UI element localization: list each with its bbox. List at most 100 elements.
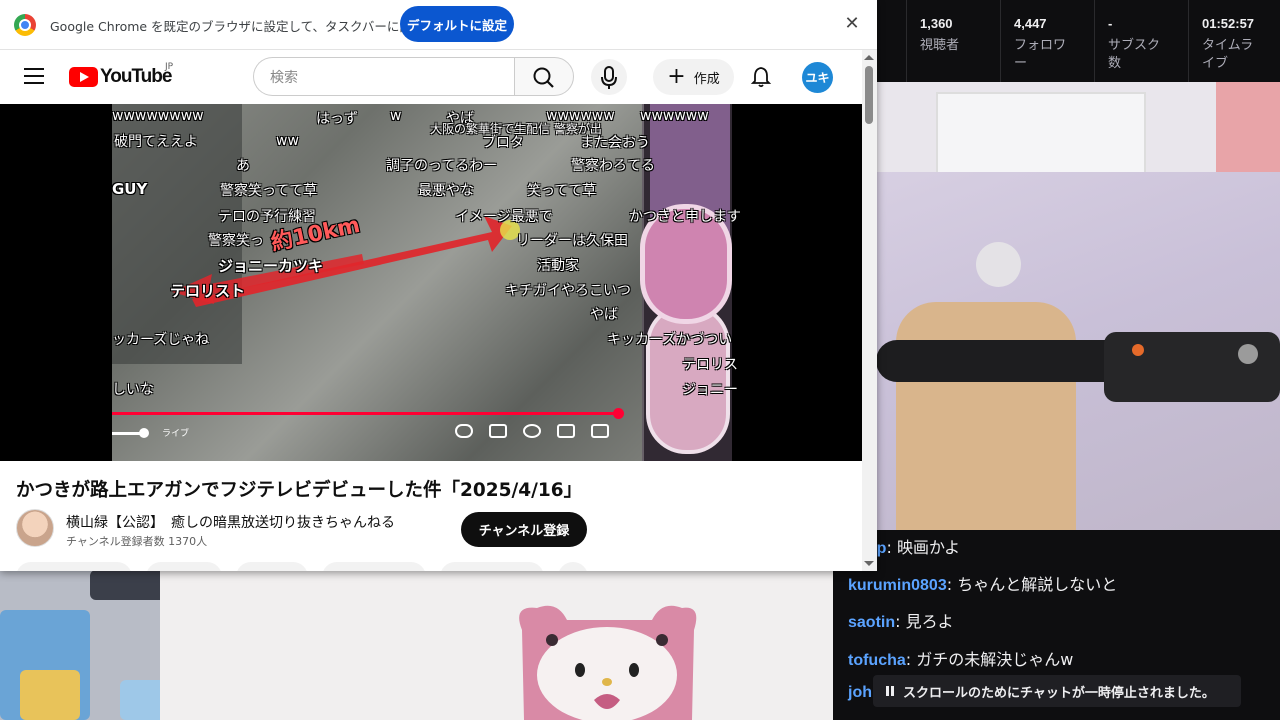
chat-username[interactable]: kurumin0803 — [848, 577, 947, 594]
danmaku-comment: wwwwwwww — [112, 108, 204, 124]
live-label: ライブ — [162, 429, 190, 439]
notifications-bell-icon[interactable] — [749, 65, 773, 89]
bookshelf — [936, 92, 1146, 182]
clip-button[interactable] — [322, 562, 426, 571]
chat-message: joh — [848, 682, 872, 702]
microphone-arm — [876, 332, 1280, 402]
account-avatar[interactable]: ユキ — [802, 62, 833, 93]
video-player[interactable]: wwwwwwww はっず w やば wwwwww wwwwww 大阪の繁華街で生… — [0, 104, 862, 461]
danmaku-comment: やば — [590, 307, 618, 323]
volume-knob[interactable] — [139, 428, 149, 438]
chat-text: ちゃんと解説しないと — [957, 575, 1118, 594]
search-placeholder: 検索 — [270, 69, 298, 86]
subscribe-button[interactable]: チャンネル登録 — [461, 512, 587, 547]
search-icon — [533, 67, 554, 88]
default-browser-infobar: Google Chrome を既定のブラウザに設定して、タスクバーに固定する デ… — [0, 0, 877, 50]
chrome-window: Google Chrome を既定のブラウザに設定して、タスクバーに固定する デ… — [0, 0, 877, 571]
danmaku-comment: 破門てええよ — [114, 134, 198, 150]
player-controls — [455, 424, 609, 438]
volume-slider[interactable] — [112, 432, 142, 435]
progress-scrubber[interactable] — [613, 408, 624, 419]
region-label: JP — [165, 62, 174, 72]
thanks-button[interactable] — [440, 562, 544, 571]
more-options-button[interactable] — [558, 562, 588, 571]
infobar-message: Google Chrome を既定のブラウザに設定して、タスクバーに固定する — [50, 19, 450, 34]
white-shirt — [160, 560, 833, 720]
theater-mode-icon[interactable] — [591, 424, 609, 438]
chat-username[interactable]: tofucha — [848, 652, 906, 669]
set-default-button[interactable]: デフォルトに設定 — [400, 6, 514, 42]
danmaku-comment: 最悪やな — [418, 183, 474, 199]
channel-avatar[interactable] — [16, 509, 54, 547]
youtube-play-icon — [69, 67, 98, 87]
danmaku-comment: 警察笑っ — [208, 233, 264, 249]
danmaku-comment: ジョニー — [682, 382, 738, 398]
danmaku-comment: リーダーは久保田 — [516, 233, 628, 249]
danmaku-comment: GUY — [112, 180, 148, 198]
webcam-room-view — [876, 82, 1280, 530]
danmaku-comment: ww — [276, 133, 299, 149]
chat-message: tofucha: ガチの未解決じゃんw — [848, 650, 1074, 669]
danmaku-comment: 活動家 — [537, 258, 579, 274]
stat-value: 4,447 — [1014, 16, 1047, 31]
chat-paused-text: スクロールのためにチャットが一時停止されました。 — [903, 685, 1215, 701]
video-progress-bar[interactable] — [112, 412, 619, 415]
save-button[interactable] — [236, 562, 308, 571]
danmaku-comment: w — [390, 108, 402, 124]
stat-viewers: 1,360 視聴者 — [876, 0, 970, 82]
chat-text: ガチの未解決じゃんw — [916, 650, 1074, 669]
chat-message: kurumin0803: ちゃんと解説しないと — [848, 575, 1118, 594]
danmaku-comment: イメージ最悪で — [455, 209, 553, 225]
danmaku-comment: あ — [236, 158, 250, 174]
menu-icon[interactable] — [24, 68, 44, 84]
scrollbar[interactable] — [862, 50, 877, 571]
chat-paused-notice[interactable]: スクロールのためにチャットが一時停止されました。 — [873, 675, 1241, 707]
webcam-lower-view — [0, 560, 833, 720]
danmaku-comment: キッカーズかづつい — [607, 332, 733, 348]
subtitles-icon[interactable] — [489, 424, 507, 438]
screen: 1,360 視聴者 4,447 フォロワー - サブスク数 01:52:57 タ… — [0, 0, 1280, 720]
chat-username[interactable]: joh — [848, 684, 872, 701]
close-icon[interactable]: ✕ — [840, 12, 864, 36]
chat-text: 映画かよ — [896, 538, 961, 557]
stat-value: 01:52:57 — [1202, 16, 1255, 31]
danmaku-comment: テロリスト — [170, 282, 246, 300]
action-buttons-row — [16, 562, 588, 571]
chat-panel[interactable]: n4stop: 映画かよ kurumin0803: ちゃんと解説しないと sao… — [833, 530, 1280, 720]
scrollbar-thumb[interactable] — [865, 66, 873, 124]
stat-live-time: 01:52:57 タイムライブ — [1158, 0, 1255, 82]
danmaku-comment: 警察笑ってて草 — [220, 183, 318, 199]
stream-stats-bar: 1,360 視聴者 4,447 フォロワー - サブスク数 01:52:57 タ… — [876, 0, 1280, 82]
video-title: かつきが路上エアガンでフジテレビデビューした件「2025/4/16」 — [16, 480, 583, 501]
danmaku-comment: また会おう — [580, 135, 650, 151]
danmaku-comment: はっず — [316, 111, 358, 127]
autoplay-toggle-icon[interactable] — [455, 424, 473, 438]
create-label: 作成 — [693, 71, 720, 87]
chat-message: saotin: 見ろよ — [848, 612, 954, 631]
miniplayer-icon[interactable] — [557, 424, 575, 438]
scroll-down-arrow-icon[interactable] — [864, 561, 874, 566]
danmaku-comment: しいな — [112, 382, 154, 398]
channel-name[interactable]: 横山緑【公認】 癒しの暗黒放送切り抜きちゃんねる — [66, 512, 395, 532]
create-button[interactable]: + 作成 — [653, 59, 734, 95]
stat-followers: 4,447 フォロワー — [970, 0, 1066, 82]
search-button[interactable] — [514, 57, 574, 96]
danmaku-comment: wwwwww — [640, 108, 709, 124]
share-button[interactable] — [146, 562, 222, 571]
danmaku-comment: ジョニーカツキ — [218, 257, 324, 275]
voice-search-button[interactable] — [591, 59, 627, 95]
youtube-wordmark: YouTube — [100, 66, 172, 87]
chat-username[interactable]: saotin — [848, 614, 895, 631]
settings-gear-icon[interactable] — [523, 424, 541, 438]
danmaku-comment: ッカーズじゃね — [112, 332, 210, 348]
danmaku-comment: かつきと申します — [629, 209, 741, 225]
youtube-header: YouTube JP 検索 + 作成 ユキ — [0, 50, 862, 104]
danmaku-comment: 警察わろてる — [571, 158, 655, 174]
scroll-up-arrow-icon[interactable] — [864, 55, 874, 60]
stat-value: 1,360 — [920, 16, 953, 31]
like-button[interactable] — [16, 562, 132, 571]
channel-subscriber-count: チャンネル登録者数 1370人 — [66, 535, 208, 548]
search-input[interactable]: 検索 — [253, 57, 514, 96]
youtube-logo[interactable]: YouTube — [69, 66, 172, 88]
stat-label: タイムライブ — [1202, 38, 1254, 71]
